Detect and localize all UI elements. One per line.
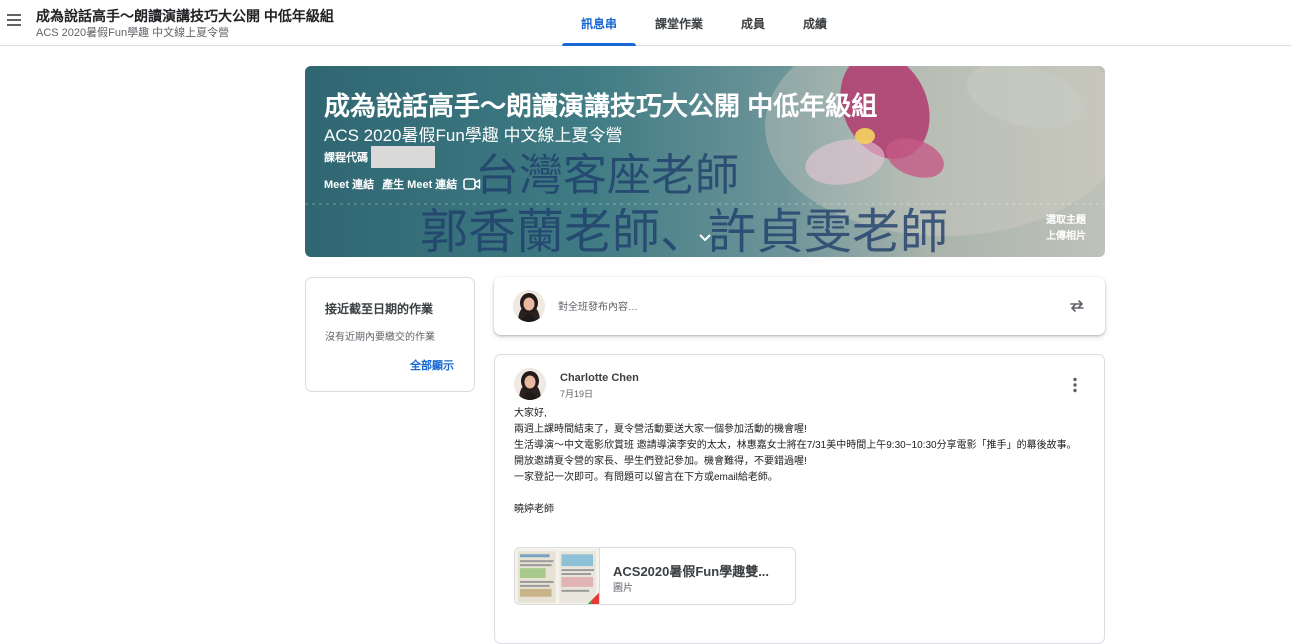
avatar [514, 368, 546, 400]
attachment-type: 圖片 [613, 583, 633, 594]
more-vertical-icon[interactable] [1066, 376, 1084, 394]
meet-label: Meet 連結 [324, 179, 375, 191]
upcoming-empty-text: 沒有近期內要繳交的作業 [325, 332, 435, 343]
menu-icon[interactable] [4, 8, 24, 32]
post-body: 大家好, 兩週上課時間結束了，夏令營活動要送大家一個參加活動的機會喔! 生活導演… [514, 406, 1086, 518]
upcoming-work-card: 接近截至日期的作業 沒有近期內要繳交的作業 全部顯示 [305, 277, 475, 392]
post-line: 一家登記一次即可。有問題可以留言在下方或email給老師。 [514, 472, 778, 483]
meet-row: Meet 連結 產生 Meet 連結 [324, 176, 481, 192]
stream-post: Charlotte Chen 7月19日 大家好, 兩週上課時間結束了，夏令營活… [494, 354, 1105, 644]
attachment-thumbnail [515, 548, 600, 604]
reuse-post-icon[interactable] [1069, 298, 1085, 314]
attachment-card[interactable]: ACS2020暑假Fun學趣雙... 圖片 [514, 547, 796, 605]
top-app-bar: 成為說話高手～朗讀演講技巧大公開 中低年級組 ACS 2020暑假Fun學趣 中… [0, 0, 1291, 46]
tab-classwork[interactable]: 課堂作業 [636, 0, 722, 46]
view-all-link[interactable]: 全部顯示 [410, 357, 454, 373]
post-line: 大家好, [514, 408, 547, 419]
post-line [514, 486, 1086, 502]
post-author: Charlotte Chen [560, 372, 639, 384]
generate-meet-link[interactable]: 產生 Meet 連結 [382, 176, 457, 192]
banner-title: 成為說話高手～朗讀演講技巧大公開 中低年級組 [324, 91, 878, 121]
class-title[interactable]: 成為說話高手～朗讀演講技巧大公開 中低年級組 [36, 6, 334, 26]
class-code-row: 課程代碼 [324, 146, 435, 168]
tab-stream[interactable]: 訊息串 [562, 0, 637, 46]
class-banner: 台灣客座老師 郭香蘭老師、許貞雯老師 成為說話高手～朗讀演講技巧大公開 中低年級… [305, 66, 1105, 257]
class-code-redacted [371, 146, 435, 168]
post-line: 兩週上課時間結束了，夏令營活動要送大家一個參加活動的機會喔! [514, 424, 807, 435]
class-code-label: 課程代碼 [324, 152, 368, 164]
upload-photo-link[interactable]: 上傳相片 [1046, 229, 1086, 245]
share-with-class-box[interactable]: 對全班發布內容… [494, 277, 1105, 335]
post-line: 曉婷老師 [514, 504, 554, 515]
chevron-down-icon[interactable] [697, 232, 713, 244]
banner-art-text-line1: 台灣客座老師 [475, 150, 739, 201]
class-tabs: 訊息串 課堂作業 成員 成績 [562, 0, 846, 46]
class-subtitle: ACS 2020暑假Fun學趣 中文線上夏令營 [36, 27, 230, 39]
video-camera-icon[interactable] [463, 177, 481, 191]
share-input[interactable]: 對全班發布內容… [558, 298, 638, 313]
banner-art-text-line2: 郭香蘭老師、許貞雯老師 [420, 204, 948, 257]
select-theme-link[interactable]: 選取主題 [1046, 213, 1086, 229]
post-line: 生活導演～中文電影欣賞班 邀請導演李安的太太，林惠嘉女士將在7/31美中時間上午… [514, 440, 1077, 451]
avatar [513, 290, 545, 322]
banner-actions: 選取主題 上傳相片 [1046, 213, 1086, 245]
tab-grades[interactable]: 成績 [784, 0, 846, 46]
banner-subtitle: ACS 2020暑假Fun學趣 中文線上夏令營 [324, 126, 623, 145]
post-line: 開放邀請夏令營的家長、學生們登記參加。機會難得，不要錯過喔! [514, 456, 807, 467]
attachment-title: ACS2020暑假Fun學趣雙... [613, 564, 770, 579]
post-date: 7月19日 [560, 389, 594, 399]
upcoming-title: 接近截至日期的作業 [325, 302, 434, 316]
tab-people[interactable]: 成員 [722, 0, 784, 46]
